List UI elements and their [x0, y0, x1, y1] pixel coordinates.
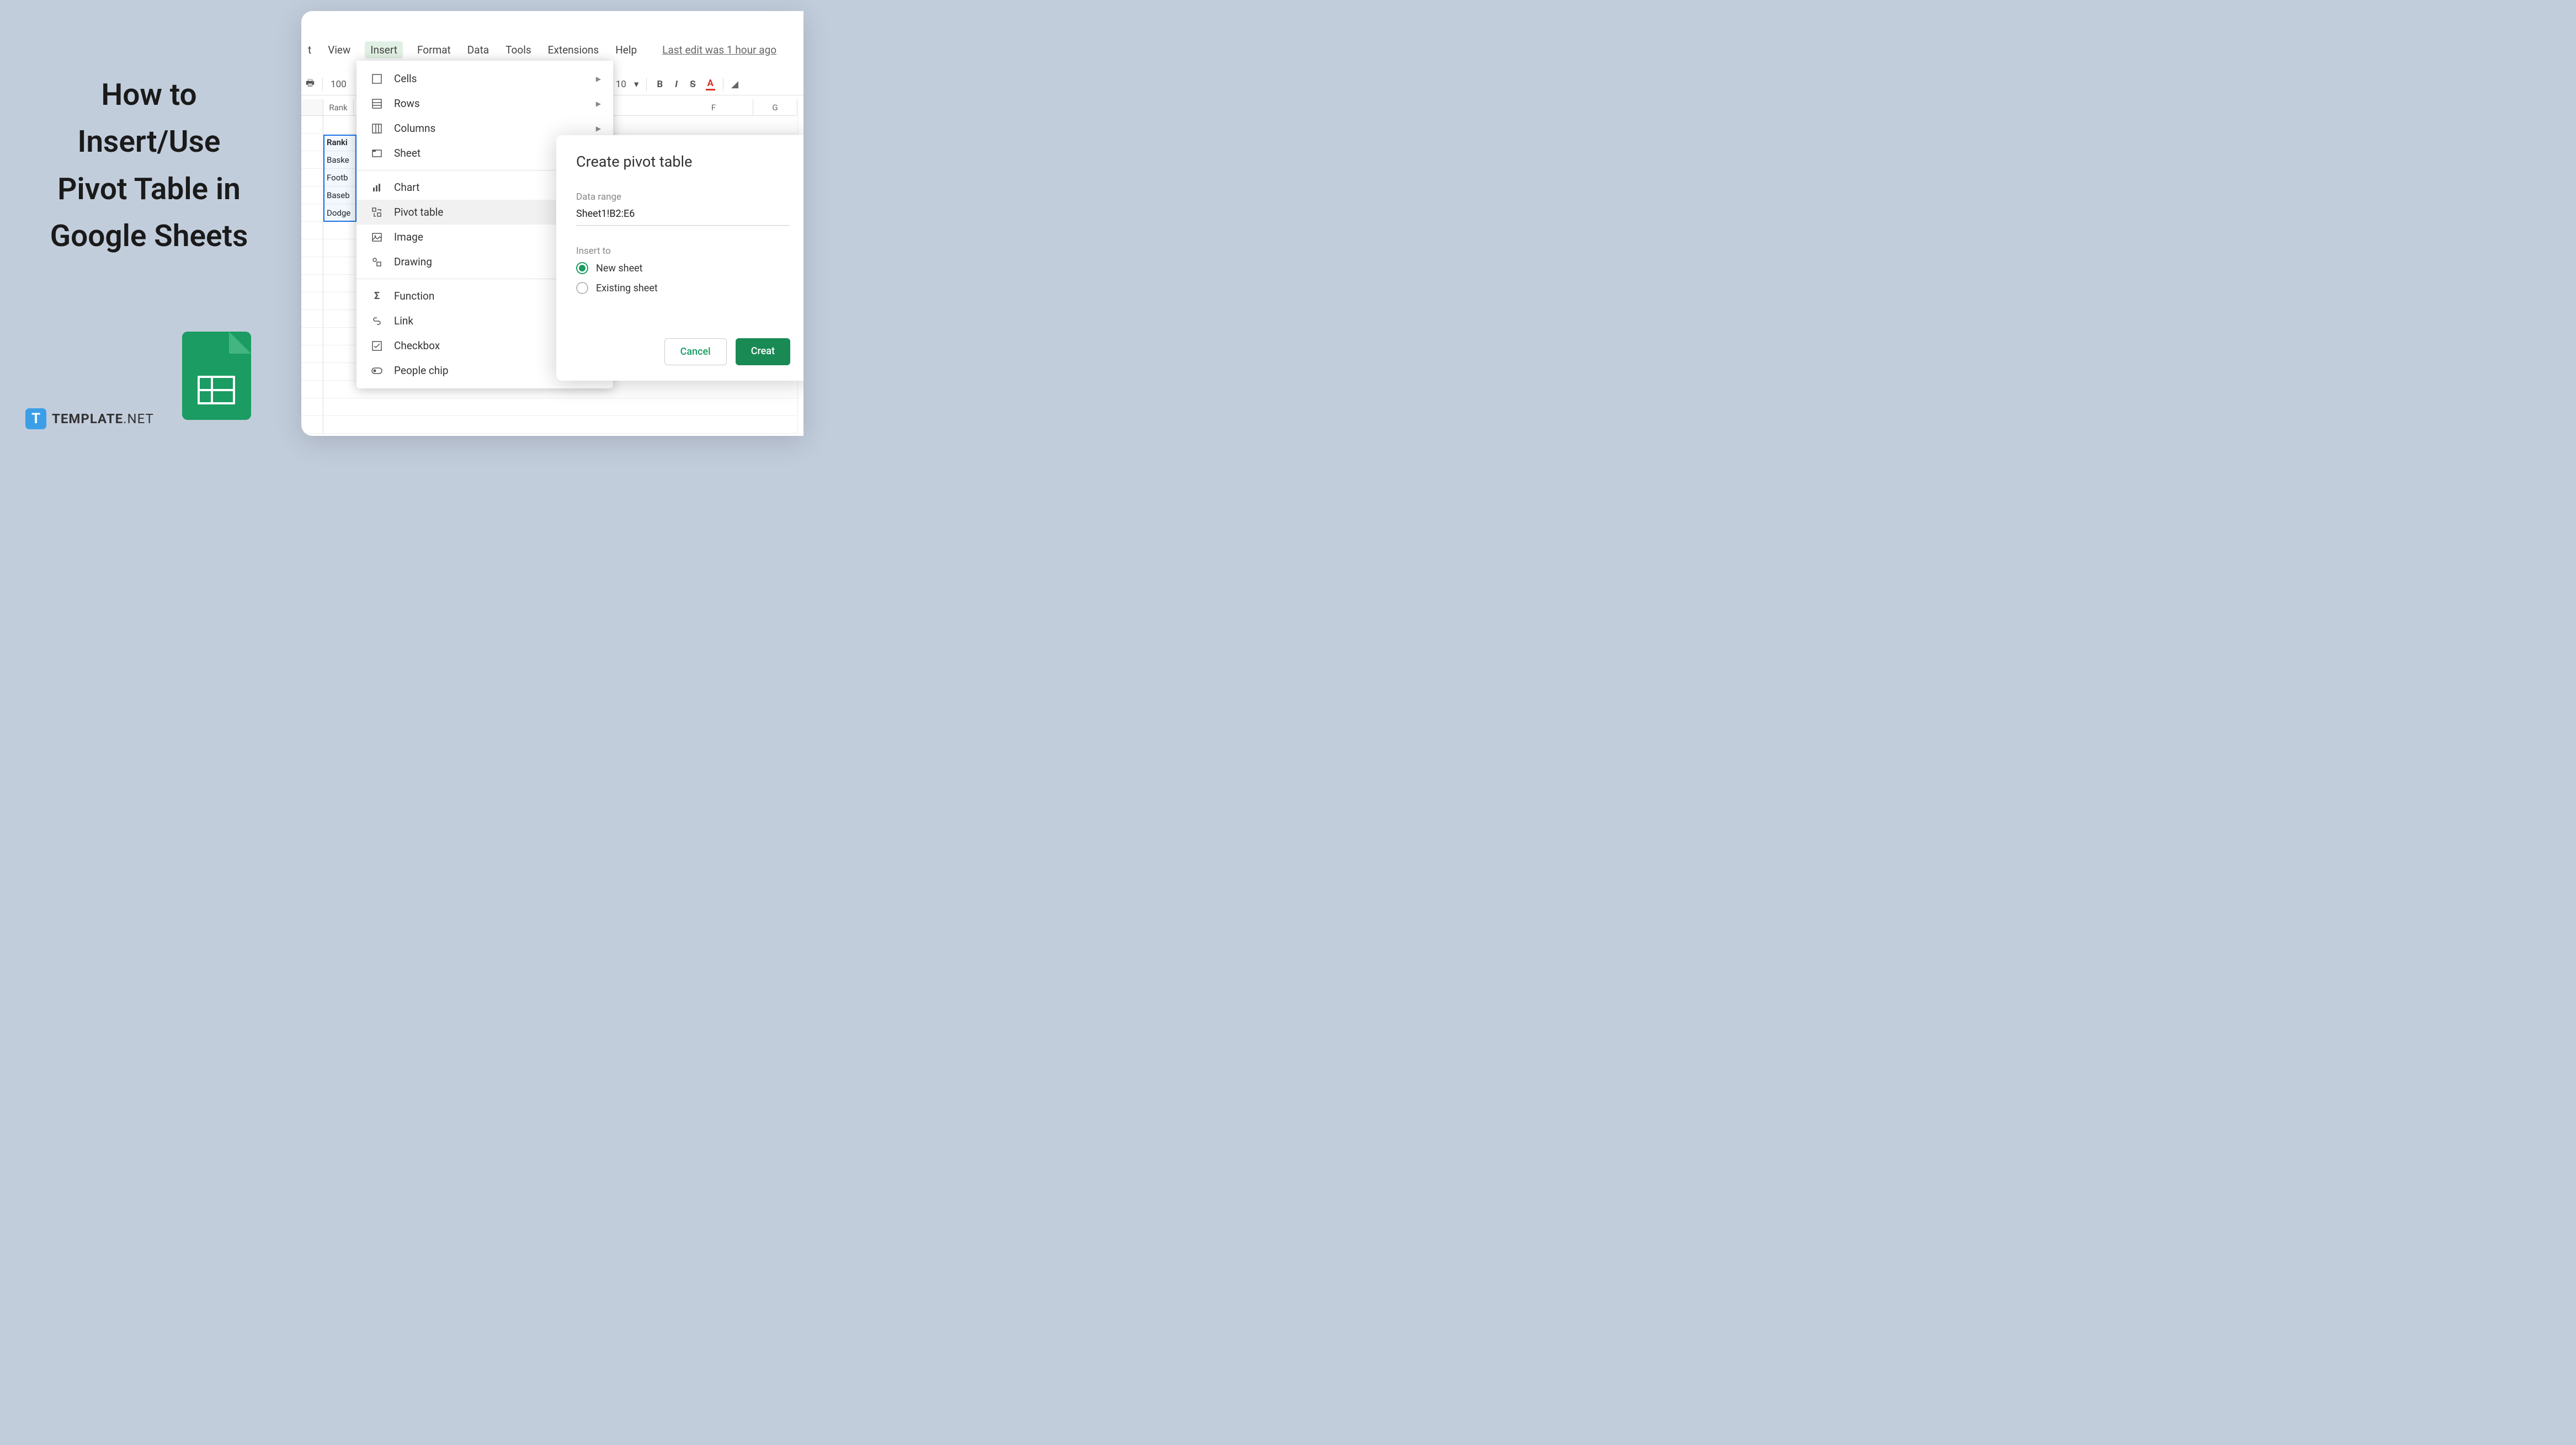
- title-line: Insert/Use: [50, 119, 248, 166]
- link-icon: [369, 316, 385, 327]
- create-button[interactable]: Creat: [736, 338, 790, 365]
- row-number[interactable]: [301, 116, 323, 134]
- menu-partial[interactable]: t: [306, 42, 313, 57]
- menu-cells[interactable]: Cells ▶: [356, 66, 613, 91]
- radio-unchecked-icon: [576, 282, 588, 294]
- drawing-icon: [369, 257, 385, 268]
- menu-help[interactable]: Help: [613, 42, 639, 57]
- col-header-f[interactable]: F: [674, 99, 753, 116]
- image-icon: [369, 232, 385, 243]
- zoom-level[interactable]: 100: [331, 79, 347, 90]
- radio-checked-icon: [576, 262, 588, 274]
- google-sheets-icon: [182, 332, 251, 420]
- row-number[interactable]: [301, 169, 323, 186]
- menu-view[interactable]: View: [326, 42, 353, 57]
- menu-format[interactable]: Format: [415, 42, 453, 57]
- radio-existing-sheet[interactable]: Existing sheet: [576, 282, 790, 294]
- create-pivot-table-dialog: Create pivot table Data range Sheet1!B2:…: [556, 135, 803, 381]
- cell-b5[interactable]: Baseb: [323, 186, 356, 204]
- submenu-arrow-icon: ▶: [596, 75, 601, 83]
- sheets-grid-icon: [198, 376, 235, 404]
- font-size[interactable]: 10: [616, 79, 626, 90]
- text-color-button[interactable]: A: [706, 78, 715, 90]
- dialog-title: Create pivot table: [576, 153, 790, 170]
- tutorial-title: How to Insert/Use Pivot Table in Google …: [50, 72, 248, 260]
- row-number[interactable]: [301, 151, 323, 169]
- title-panel: How to Insert/Use Pivot Table in Google …: [0, 0, 298, 450]
- submenu-arrow-icon: ▶: [596, 125, 601, 132]
- people-chip-icon: [369, 365, 385, 376]
- sheet-icon: [369, 148, 385, 159]
- columns-icon: [369, 123, 385, 134]
- strikethrough-button[interactable]: S: [688, 79, 698, 90]
- dropdown-icon[interactable]: ▾: [634, 79, 639, 90]
- pivot-table-icon: [369, 207, 385, 218]
- italic-button[interactable]: I: [673, 79, 680, 90]
- separator: [322, 78, 323, 91]
- row-number[interactable]: [301, 204, 323, 222]
- menu-bar: t View Insert Format Data Tools Extensio…: [301, 41, 776, 58]
- cell-b6[interactable]: Dodge: [323, 204, 356, 222]
- bold-button[interactable]: B: [654, 79, 665, 90]
- col-header-g[interactable]: G: [753, 99, 797, 116]
- title-line: Pivot Table in: [50, 166, 248, 213]
- menu-rows[interactable]: Rows ▶: [356, 91, 613, 116]
- cell-b4[interactable]: Footb: [323, 169, 356, 186]
- separator: [646, 78, 647, 91]
- cells-icon: [369, 73, 385, 84]
- logo-text: TEMPLATE.NET: [52, 411, 154, 426]
- cell-b2[interactable]: Ranki: [323, 134, 356, 151]
- submenu-arrow-icon: ▶: [596, 100, 601, 108]
- title-line: How to: [50, 72, 248, 119]
- insert-to-label: Insert to: [576, 246, 790, 257]
- row-number[interactable]: [301, 186, 323, 204]
- row-number[interactable]: [301, 134, 323, 151]
- cell-b3[interactable]: Baske: [323, 151, 356, 169]
- last-edit-link[interactable]: Last edit was 1 hour ago: [662, 44, 776, 56]
- checkbox-icon: [369, 340, 385, 351]
- logo-badge: T: [25, 408, 46, 429]
- print-icon[interactable]: 🖶: [306, 76, 315, 92]
- rows-icon: [369, 98, 385, 109]
- cell[interactable]: [323, 116, 356, 134]
- corner-cell: [301, 99, 323, 116]
- template-net-logo: T TEMPLATE.NET: [25, 408, 154, 429]
- fill-color-icon[interactable]: ◢: [731, 79, 738, 90]
- function-icon: Σ: [369, 290, 385, 302]
- menu-extensions[interactable]: Extensions: [546, 42, 602, 57]
- title-line: Google Sheets: [50, 213, 248, 260]
- screenshot-panel: t View Insert Format Data Tools Extensio…: [301, 11, 803, 436]
- chart-icon: [369, 182, 385, 193]
- radio-new-sheet[interactable]: New sheet: [576, 262, 790, 274]
- data-range-label: Data range: [576, 191, 790, 202]
- menu-data[interactable]: Data: [465, 42, 491, 57]
- data-range-input[interactable]: Sheet1!B2:E6: [576, 208, 790, 226]
- dialog-actions: Cancel Creat: [576, 338, 790, 365]
- col-header[interactable]: Rank: [323, 99, 354, 116]
- menu-tools[interactable]: Tools: [503, 42, 534, 57]
- cancel-button[interactable]: Cancel: [664, 338, 727, 365]
- menu-insert[interactable]: Insert: [365, 41, 403, 58]
